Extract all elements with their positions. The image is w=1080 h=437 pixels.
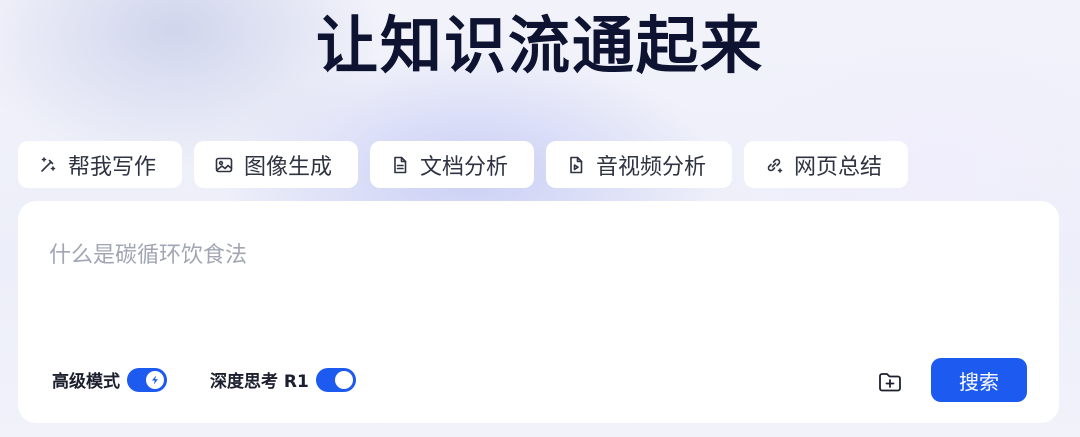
upload-folder-button[interactable] — [875, 367, 905, 397]
tool-chip-label: 音视频分析 — [596, 154, 707, 180]
document-icon — [390, 155, 410, 175]
image-icon — [214, 155, 234, 175]
tool-chip-label: 图像生成 — [244, 154, 333, 180]
toggle-knob — [334, 370, 353, 389]
deep-thinking-toggle[interactable] — [315, 367, 356, 392]
tool-chip-media-analysis[interactable]: 音视频分析 — [546, 141, 732, 188]
magic-pen-icon — [38, 155, 58, 175]
tool-chip-label: 帮我写作 — [68, 154, 157, 180]
tool-chip-web-summary[interactable]: 网页总结 — [744, 141, 908, 188]
advanced-mode-label: 高级模式 — [52, 372, 120, 392]
folder-plus-icon — [877, 369, 903, 395]
bolt-icon — [146, 370, 164, 389]
tool-chip-writing[interactable]: 帮我写作 — [18, 141, 182, 188]
page-headline: 让知识流通起来 — [315, 9, 764, 82]
link-icon — [764, 155, 784, 175]
tool-chip-label: 文档分析 — [420, 154, 509, 180]
media-file-icon — [566, 155, 586, 175]
deep-thinking-label: 深度思考 R1 — [210, 372, 309, 392]
tool-chip-label: 网页总结 — [794, 154, 883, 180]
tool-chip-document-analysis[interactable]: 文档分析 — [370, 141, 534, 188]
advanced-mode-option: 高级模式 — [52, 367, 167, 392]
search-card: 高级模式 深度思考 R1 搜索 — [18, 201, 1059, 423]
advanced-mode-toggle[interactable] — [127, 367, 167, 392]
tool-chip-image-generation[interactable]: 图像生成 — [194, 141, 358, 188]
search-button[interactable]: 搜索 — [931, 358, 1027, 402]
deep-thinking-option: 深度思考 R1 — [210, 367, 356, 392]
search-input[interactable] — [49, 235, 1009, 275]
